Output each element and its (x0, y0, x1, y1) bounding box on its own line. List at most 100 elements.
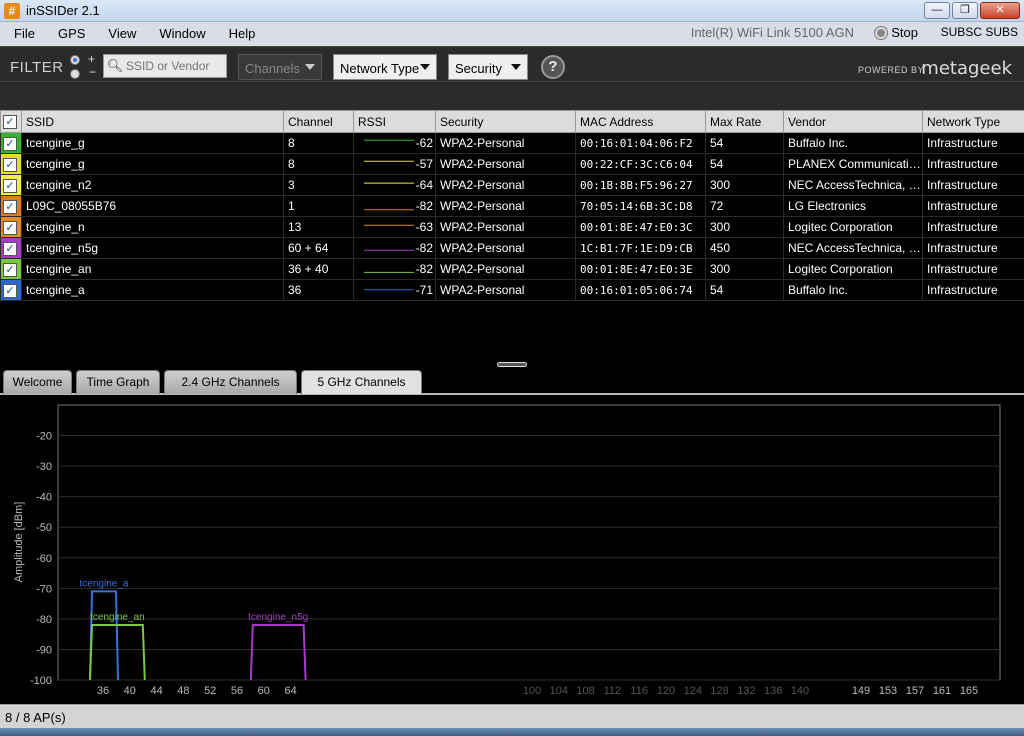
cell-mac: 00:22:CF:3C:C6:04 (575, 153, 706, 175)
y-tick-label: -30 (36, 461, 52, 473)
cell-rssi: -64 (353, 174, 436, 196)
cell-type: Infrastructure (922, 174, 1024, 196)
cell-security: WPA2-Personal (435, 174, 576, 196)
taskbar (0, 728, 1024, 736)
table-header-row: ✓ SSID Channel RSSI Security MAC Address… (0, 110, 1024, 133)
menu-gps[interactable]: GPS (46, 22, 96, 46)
column-header-max-rate[interactable]: Max Rate (705, 110, 784, 133)
search-box[interactable]: 🔍︎ (103, 54, 227, 78)
row-checkbox[interactable]: ✓ (0, 195, 22, 217)
filter-include-radio[interactable] (70, 55, 80, 65)
row-checkbox[interactable]: ✓ (0, 216, 22, 238)
adapter-selector[interactable]: Intel(R) WiFi Link 5100 AGN (691, 25, 854, 40)
rssi-sparkline (363, 271, 414, 273)
cell-channel: 1 (283, 195, 354, 217)
row-checkbox[interactable]: ✓ (0, 132, 22, 154)
table-row[interactable]: ✓ tcengine_a 36 -71 WPA2-Personal 00:16:01:05… (0, 279, 1024, 301)
x-tick-label: 48 (177, 685, 189, 697)
tab-time-graph[interactable]: Time Graph (76, 370, 160, 394)
network-table: ✓ SSID Channel RSSI Security MAC Address… (0, 110, 1024, 301)
row-checkbox[interactable]: ✓ (0, 279, 22, 301)
column-header-vendor[interactable]: Vendor (783, 110, 923, 133)
table-row[interactable]: ✓ tcengine_an 36 + 40 -82 WPA2-Personal 00:01… (0, 258, 1024, 280)
cell-channel: 13 (283, 216, 354, 238)
select-all-checkbox[interactable]: ✓ (0, 110, 22, 133)
y-axis-label: Amplitude [dBm] (13, 502, 25, 583)
channels-dropdown[interactable]: Channels (238, 54, 322, 80)
cell-type: Infrastructure (922, 216, 1024, 238)
security-dropdown-label: Security (455, 61, 502, 76)
cell-rate: 72 (705, 195, 784, 217)
x-tick-label: 100 (523, 685, 541, 697)
channel-chart-svg: Amplitude [dBm] -20 -30 -40 -50 -60 -70 -80 -90… (13, 404, 1001, 697)
search-input[interactable] (126, 59, 222, 73)
menu-bar: File GPS View Window Help Intel(R) WiFi … (0, 22, 1024, 46)
column-header-security[interactable]: Security (435, 110, 576, 133)
cell-ssid: tcengine_an (21, 258, 284, 280)
restore-button[interactable]: ❐ (952, 2, 978, 19)
rssi-sparkline (363, 160, 414, 162)
filter-bar: FILTER + − 🔍︎ Channels Network Type Secu… (0, 46, 1024, 110)
table-row[interactable]: ✓ tcengine_n5g 60 + 64 -82 WPA2-Personal 1C:B… (0, 237, 1024, 259)
stop-button[interactable]: Stop (875, 25, 918, 40)
cell-rssi: -82 (353, 237, 436, 259)
column-header-rssi[interactable]: RSSI (353, 110, 436, 133)
y-tick-label: -60 (36, 553, 52, 565)
security-dropdown[interactable]: Security (448, 54, 528, 80)
chevron-down-icon (305, 64, 315, 70)
stop-icon (875, 26, 888, 39)
column-header-network-type[interactable]: Network Type (922, 110, 1024, 133)
chevron-down-icon (420, 64, 430, 70)
tab-welcome[interactable]: Welcome (3, 370, 72, 394)
table-row[interactable]: ✓ tcengine_n 13 -63 WPA2-Personal 00:01:8E:47… (0, 216, 1024, 238)
cell-security: WPA2-Personal (435, 258, 576, 280)
panel-splitter-handle[interactable] (497, 362, 527, 367)
x-tick-label: 157 (906, 685, 924, 697)
x-tick-label: 56 (231, 685, 243, 697)
row-checkbox[interactable]: ✓ (0, 258, 22, 280)
cell-rate: 450 (705, 237, 784, 259)
cell-type: Infrastructure (922, 153, 1024, 175)
cell-vendor: Logitec Corporation (783, 258, 923, 280)
cell-channel: 36 (283, 279, 354, 301)
filter-label: FILTER (10, 59, 64, 76)
channels-dropdown-label: Channels (245, 61, 300, 76)
y-tick-label: -20 (36, 431, 52, 443)
chevron-down-icon (511, 64, 521, 70)
app-window: # inSSIDer 2.1 — ❐ ✕ File GPS View Windo… (0, 0, 1024, 736)
row-checkbox[interactable]: ✓ (0, 153, 22, 175)
tab-5ghz-channels[interactable]: 5 GHz Channels (301, 370, 422, 394)
table-row[interactable]: ✓ tcengine_g 8 -57 WPA2-Personal 00:22:CF:3C:… (0, 153, 1024, 175)
x-tick-label: 149 (852, 685, 870, 697)
tab-24ghz-channels[interactable]: 2.4 GHz Channels (164, 370, 297, 394)
rssi-value: -82 (415, 199, 433, 213)
network-table-area: ✓ SSID Channel RSSI Security MAC Address… (0, 110, 1024, 368)
network-type-dropdown[interactable]: Network Type (333, 54, 437, 80)
menu-help[interactable]: Help (217, 22, 267, 46)
help-button[interactable]: ? (541, 55, 565, 79)
menu-file[interactable]: File (0, 22, 46, 46)
filter-exclude-radio[interactable] (70, 69, 80, 79)
cell-channel: 60 + 64 (283, 237, 354, 259)
row-checkbox[interactable]: ✓ (0, 237, 22, 259)
series-label: tcengine_a (80, 578, 129, 589)
y-tick-label: -100 (30, 675, 52, 687)
menu-window[interactable]: Window (147, 22, 216, 46)
table-row[interactable]: ✓ tcengine_n2 3 -64 WPA2-Personal 00:1B:8B:F5… (0, 174, 1024, 196)
cell-mac: 00:16:01:05:06:74 (575, 279, 706, 301)
metageek-logo[interactable]: metageek (921, 58, 1012, 79)
close-button[interactable]: ✕ (980, 2, 1020, 19)
x-tick-label: 128 (710, 685, 728, 697)
row-checkbox[interactable]: ✓ (0, 174, 22, 196)
column-header-channel[interactable]: Channel (283, 110, 354, 133)
cell-ssid: L09C_08055B76 (21, 195, 284, 217)
cell-rate: 54 (705, 132, 784, 154)
column-header-ssid[interactable]: SSID (21, 110, 284, 133)
column-header-mac[interactable]: MAC Address (575, 110, 706, 133)
table-row[interactable]: ✓ L09C_08055B76 1 -82 WPA2-Personal 70:05:14:… (0, 195, 1024, 217)
table-row[interactable]: ✓ tcengine_g 8 -62 WPA2-Personal 00:16:01:04:… (0, 132, 1024, 154)
cell-mac: 00:01:8E:47:E0:3E (575, 258, 706, 280)
menu-view[interactable]: View (96, 22, 147, 46)
checkmark-icon: ✓ (3, 283, 17, 298)
minimize-button[interactable]: — (924, 2, 950, 19)
